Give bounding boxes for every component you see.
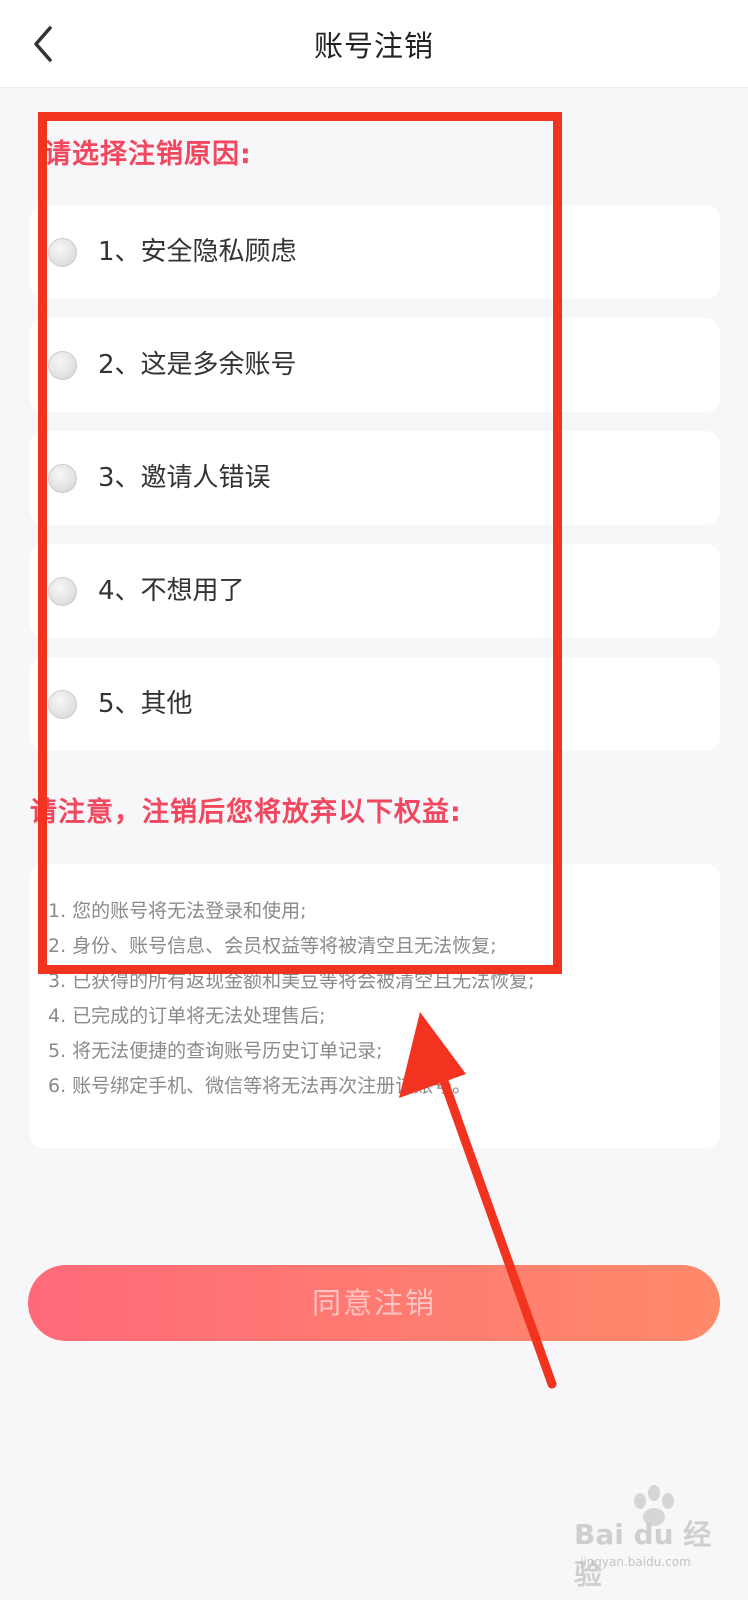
notice-line: 6. 账号绑定手机、微信等将无法再次注册该账号。 <box>48 1075 472 1097</box>
watermark-site: jingyan.baidu.com <box>580 1555 691 1569</box>
reason-label: 5、其他 <box>98 689 193 719</box>
radio-button[interactable] <box>48 690 77 719</box>
notice-line: 4. 已完成的订单将无法处理售后; <box>48 1005 326 1027</box>
reason-option-4[interactable]: 4、不想用了 <box>30 544 720 638</box>
notice-card: 1. 您的账号将无法登录和使用; 2. 身份、账号信息、会员权益等将被清空且无法… <box>30 864 720 1148</box>
reason-option-5[interactable]: 5、其他 <box>30 657 720 751</box>
reason-label: 4、不想用了 <box>98 576 245 606</box>
notice-line: 1. 您的账号将无法登录和使用; <box>48 900 307 922</box>
watermark-brand: Bai du 经验 <box>574 1518 712 1591</box>
top-bar: 账号注销 <box>0 0 748 88</box>
page-title: 账号注销 <box>313 29 434 63</box>
notice-line: 2. 身份、账号信息、会员权益等将被清空且无法恢复; <box>48 935 497 957</box>
baidu-jingyan-watermark: Bai du 经验 jingyan.baidu.com <box>574 1485 724 1591</box>
notice-section-title: 请注意，注销后您将放弃以下权益: <box>30 797 462 828</box>
radio-button[interactable] <box>48 577 77 606</box>
notice-line: 3. 已获得的所有返现金额和美豆等将会被清空且无法恢复; <box>48 970 535 992</box>
reason-label: 2、这是多余账号 <box>98 350 297 380</box>
reason-option-1[interactable]: 1、安全隐私顾虑 <box>30 205 720 299</box>
agree-cancel-account-button[interactable]: 同意注销 <box>28 1265 720 1341</box>
reason-section-title: 请选择注销原因: <box>44 139 252 170</box>
reason-option-2[interactable]: 2、这是多余账号 <box>30 318 720 412</box>
notice-line: 5. 将无法便捷的查询账号历史订单记录; <box>48 1040 383 1062</box>
radio-button[interactable] <box>48 464 77 493</box>
reason-option-3[interactable]: 3、邀请人错误 <box>30 431 720 525</box>
reason-label: 1、安全隐私顾虑 <box>98 237 297 267</box>
reason-label: 3、邀请人错误 <box>98 463 271 493</box>
radio-button[interactable] <box>48 351 77 380</box>
radio-button[interactable] <box>48 238 77 267</box>
